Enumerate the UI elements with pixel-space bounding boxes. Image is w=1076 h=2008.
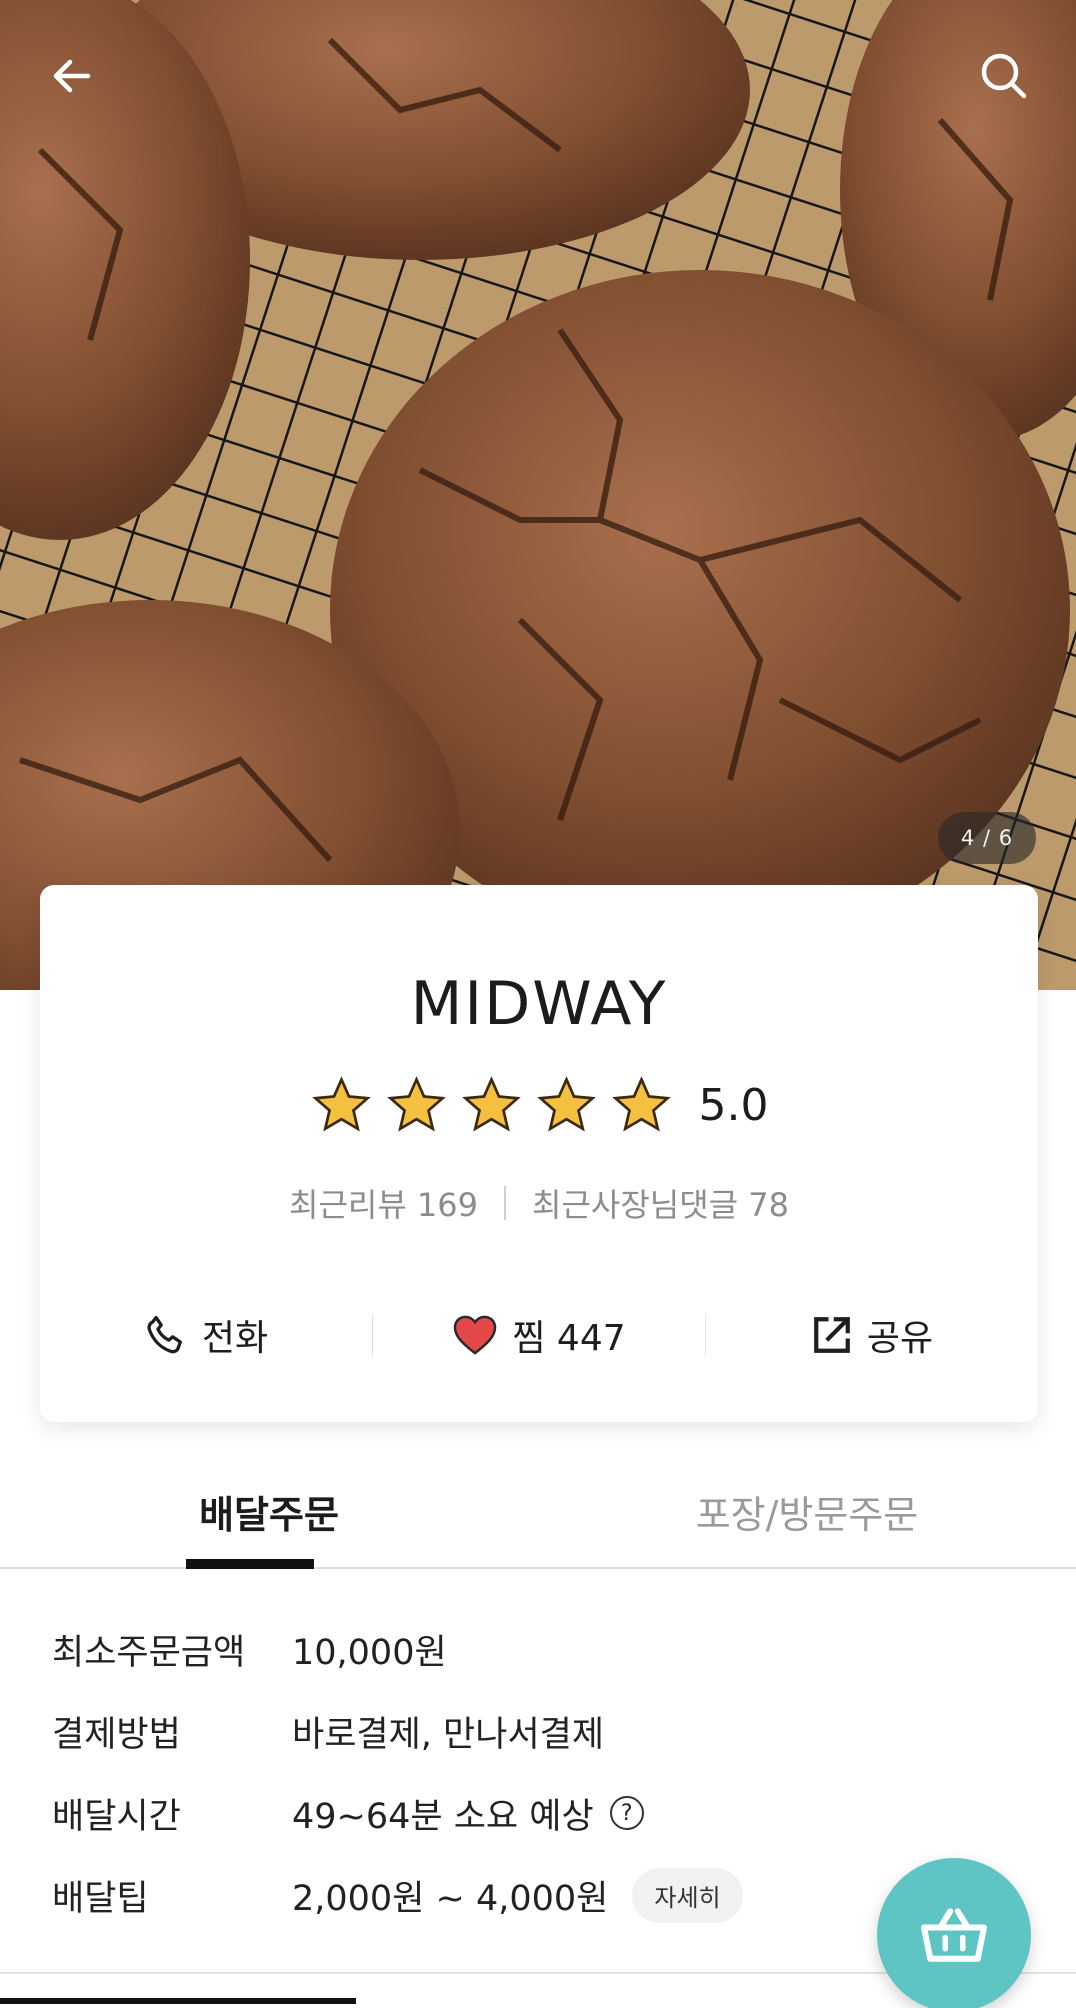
tab-pickup[interactable]: 포장/방문주문 (538, 1455, 1076, 1567)
like-button[interactable]: 찜 447 (373, 1309, 705, 1361)
info-value-wrap: 49~64분 소요 예상 ? (292, 1788, 644, 1839)
cookie-photo (0, 0, 1076, 990)
arrow-left-icon (53, 59, 91, 93)
info-value: 바로결제, 만나서결제 (292, 1714, 605, 1755)
phone-icon (147, 1315, 182, 1354)
active-tab-indicator (186, 1559, 314, 1569)
star-icon (461, 1076, 521, 1132)
info-value: 2,000원 ~ 4,000원 (292, 1878, 609, 1919)
info-label: 배달팁 (52, 1878, 149, 1919)
search-button[interactable] (968, 40, 1040, 112)
photo-counter: 4 / 6 (938, 812, 1036, 864)
star-icon (386, 1076, 446, 1132)
delivery-info: 최소주문금액 10,000원 결제방법 바로결제, 만나서결제 배달시간 49~… (52, 1608, 1032, 1936)
review-counts: 최근리뷰 169 최근사장님댓글 78 (40, 1180, 1038, 1226)
back-button[interactable] (36, 40, 108, 112)
info-value: 49~64분 소요 예상 (292, 1796, 594, 1837)
basket-icon (921, 1908, 987, 1962)
store-info-card: MIDWAY 5.0 최근리뷰 169 최근사장님댓글 78 전화 찜 447 (40, 885, 1038, 1422)
tab-label: 포장/방문주문 (695, 1492, 919, 1537)
scroll-indicator (0, 1998, 356, 2004)
call-button[interactable]: 전화 (40, 1309, 372, 1361)
tab-label: 배달주문 (199, 1492, 339, 1537)
info-label: 결제방법 (52, 1714, 181, 1755)
info-row-min-order: 최소주문금액 10,000원 (52, 1608, 1032, 1690)
info-value: 10,000원 (292, 1632, 447, 1673)
share-button[interactable]: 공유 (706, 1309, 1038, 1361)
store-actions: 전화 찜 447 공유 (40, 1295, 1038, 1375)
like-count: 찜 447 (512, 1318, 626, 1359)
info-label: 배달시간 (52, 1796, 181, 1837)
share-icon (814, 1317, 850, 1353)
owner-replies-link[interactable]: 최근사장님댓글 78 (532, 1180, 789, 1226)
info-label: 최소주문금액 (52, 1632, 246, 1673)
tip-detail-button[interactable]: 자세히 (632, 1867, 743, 1923)
info-row-payment: 결제방법 바로결제, 만나서결제 (52, 1690, 1032, 1772)
tab-delivery[interactable]: 배달주문 (0, 1455, 538, 1567)
store-name: MIDWAY (410, 969, 668, 1039)
divider (504, 1186, 507, 1220)
help-icon[interactable]: ? (609, 1796, 644, 1830)
rating-value: 5.0 (698, 1079, 769, 1131)
rating-row: 5.0 (40, 1075, 1038, 1135)
star-icon (536, 1076, 596, 1132)
info-value-wrap: 2,000원 ~ 4,000원 자세히 (292, 1867, 743, 1923)
call-label: 전화 (201, 1318, 269, 1359)
info-row-delivery-time: 배달시간 49~64분 소요 예상 ? (52, 1772, 1032, 1854)
search-icon (981, 53, 1027, 99)
cart-button[interactable] (877, 1858, 1031, 2008)
recent-reviews-link[interactable]: 최근리뷰 169 (289, 1180, 478, 1226)
star-icon (311, 1076, 371, 1132)
heart-icon (454, 1315, 497, 1355)
hero-photo[interactable]: 4 / 6 (0, 0, 1076, 990)
share-label: 공유 (866, 1318, 934, 1359)
star-icon (611, 1076, 671, 1132)
order-type-tabs: 배달주문 포장/방문주문 (0, 1455, 1076, 1569)
